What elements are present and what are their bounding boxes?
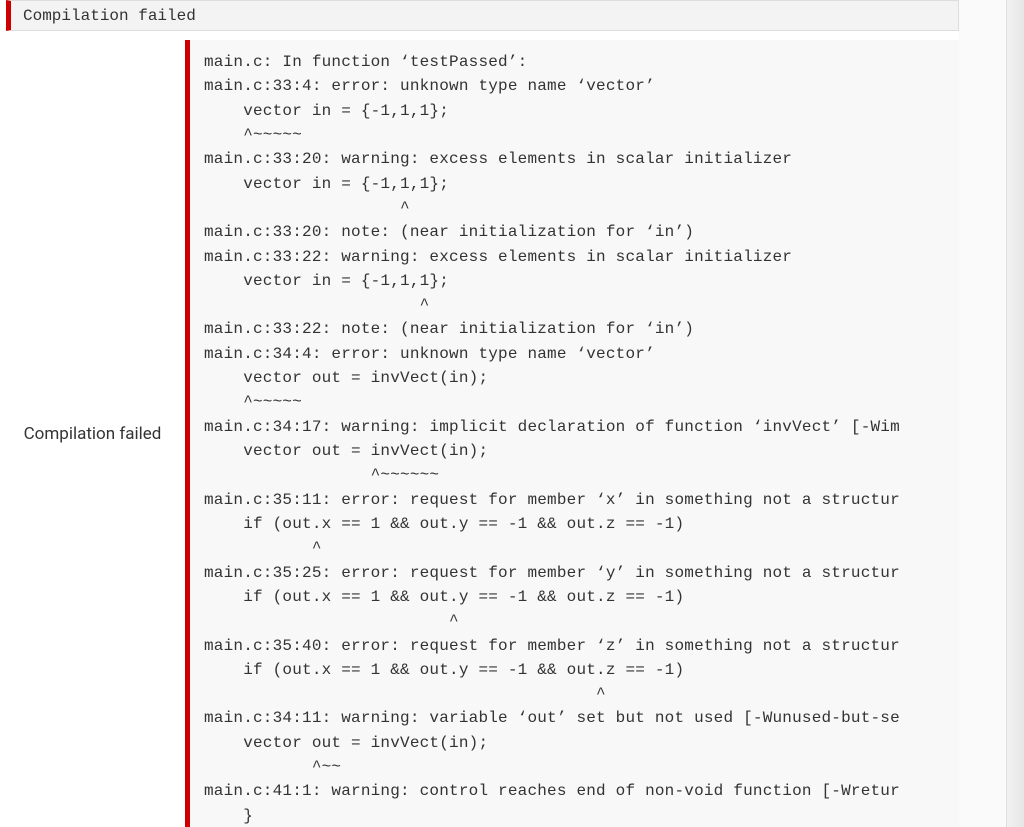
content-row: Compilation failed main.c: In function ‘… (0, 40, 959, 827)
scrollbar-track[interactable] (1006, 0, 1024, 827)
compiler-output-cell: main.c: In function ‘testPassed’: main.c… (185, 40, 959, 827)
margin-strip (959, 0, 1006, 827)
compiler-output-text: main.c: In function ‘testPassed’: main.c… (204, 50, 953, 827)
error-header-bar: Compilation failed (6, 0, 959, 31)
row-label-cell: Compilation failed (0, 40, 185, 827)
error-header-title: Compilation failed (23, 7, 196, 25)
page-root: Compilation failed Compilation failed ma… (0, 0, 1024, 827)
row-label-text: Compilation failed (24, 424, 162, 444)
